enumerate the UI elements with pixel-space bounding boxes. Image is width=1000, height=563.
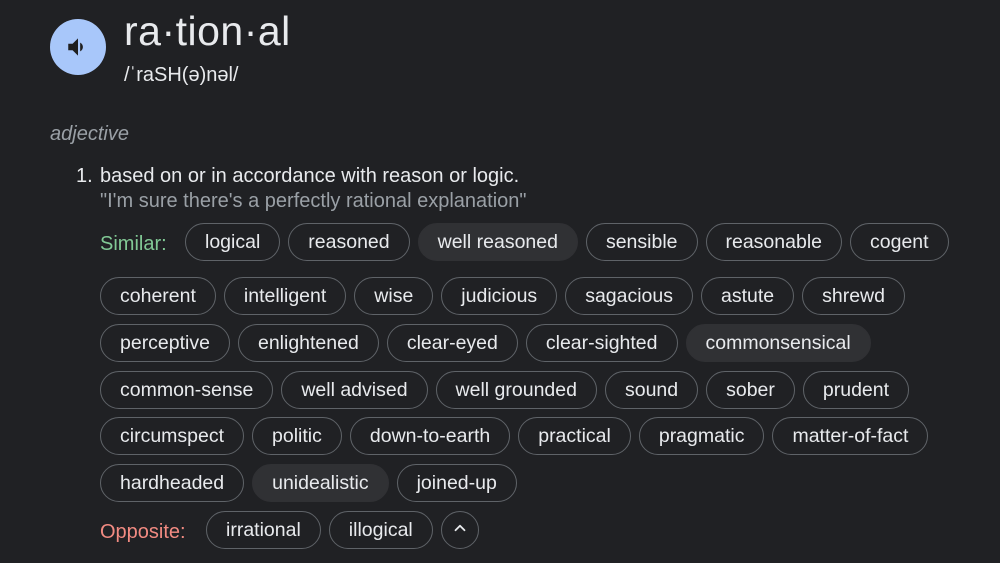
opposite-row: irrational illogical bbox=[206, 511, 479, 549]
synonym-chip[interactable]: hardheaded bbox=[100, 464, 245, 502]
synonym-chip[interactable]: logical bbox=[185, 223, 281, 261]
synonym-chip[interactable]: sensible bbox=[585, 223, 698, 261]
phonetic-spelling: /ˈraSH(ə)nəl/ bbox=[124, 64, 239, 86]
similar-row-1: logical reasoned well reasoned sensible … bbox=[185, 223, 949, 261]
synonym-chip[interactable]: practical bbox=[518, 417, 631, 455]
synonym-chip[interactable]: sober bbox=[706, 371, 795, 409]
dictionary-card: ra·tion·al /ˈraSH(ə)nəl/ adjective 1. ba… bbox=[0, 0, 1000, 563]
antonym-chip[interactable]: irrational bbox=[206, 511, 321, 549]
synonym-chip[interactable]: well grounded bbox=[435, 371, 597, 409]
similar-row-6: hardheaded unidealistic joined-up bbox=[100, 464, 517, 502]
synonym-chip[interactable]: down-to-earth bbox=[349, 417, 511, 455]
synonym-chip[interactable]: intelligent bbox=[223, 277, 347, 315]
synonym-chip[interactable]: politic bbox=[252, 417, 342, 455]
synonym-chip[interactable]: commonsensical bbox=[685, 324, 871, 362]
volume-up-icon bbox=[65, 34, 91, 60]
synonym-chip[interactable]: sound bbox=[604, 371, 699, 409]
synonym-chip[interactable]: circumspect bbox=[100, 417, 245, 455]
synonym-chip[interactable]: common-sense bbox=[100, 371, 274, 409]
part-of-speech: adjective bbox=[50, 123, 129, 145]
synonym-chip[interactable]: well reasoned bbox=[417, 223, 578, 261]
synonym-chip[interactable]: judicious bbox=[441, 277, 558, 315]
synonym-chip[interactable]: enlightened bbox=[237, 324, 379, 362]
synonym-chip[interactable]: clear-eyed bbox=[386, 324, 518, 362]
similar-row-4: common-sense well advised well grounded … bbox=[100, 371, 910, 409]
headword: ra·tion·al bbox=[124, 8, 291, 54]
synonym-chip[interactable]: reasoned bbox=[288, 223, 410, 261]
synonym-chip[interactable]: coherent bbox=[100, 277, 216, 315]
synonym-chip[interactable]: perceptive bbox=[100, 324, 230, 362]
usage-example: "I'm sure there's a perfectly rational e… bbox=[100, 190, 527, 212]
synonym-chip[interactable]: unidealistic bbox=[252, 464, 389, 502]
synonym-chip[interactable]: shrewd bbox=[802, 277, 905, 315]
synonym-chip[interactable]: wise bbox=[354, 277, 434, 315]
antonym-chip[interactable]: illogical bbox=[328, 511, 433, 549]
opposite-label: Opposite: bbox=[100, 521, 186, 543]
synonym-chip[interactable]: clear-sighted bbox=[525, 324, 678, 362]
similar-row-2: coherent intelligent wise judicious saga… bbox=[100, 277, 905, 315]
synonym-chip[interactable]: cogent bbox=[850, 223, 949, 261]
synonym-chip[interactable]: well advised bbox=[281, 371, 428, 409]
chevron-up-icon bbox=[451, 519, 469, 542]
synonym-chip[interactable]: reasonable bbox=[705, 223, 842, 261]
synonym-chip[interactable]: astute bbox=[701, 277, 795, 315]
synonym-chip[interactable]: joined-up bbox=[396, 464, 517, 502]
similar-label: Similar: bbox=[100, 233, 167, 255]
definition-text: based on or in accordance with reason or… bbox=[100, 165, 520, 187]
synonym-chip[interactable]: matter-of-fact bbox=[772, 417, 929, 455]
collapse-button[interactable] bbox=[440, 511, 479, 549]
definition-number: 1. bbox=[76, 165, 93, 187]
synonym-chip[interactable]: sagacious bbox=[565, 277, 693, 315]
synonym-chip[interactable]: prudent bbox=[802, 371, 910, 409]
similar-row-3: perceptive enlightened clear-eyed clear-… bbox=[100, 324, 871, 362]
pronunciation-button[interactable] bbox=[50, 19, 106, 75]
similar-row-5: circumspect politic down-to-earth practi… bbox=[100, 417, 929, 455]
synonym-chip[interactable]: pragmatic bbox=[638, 417, 765, 455]
